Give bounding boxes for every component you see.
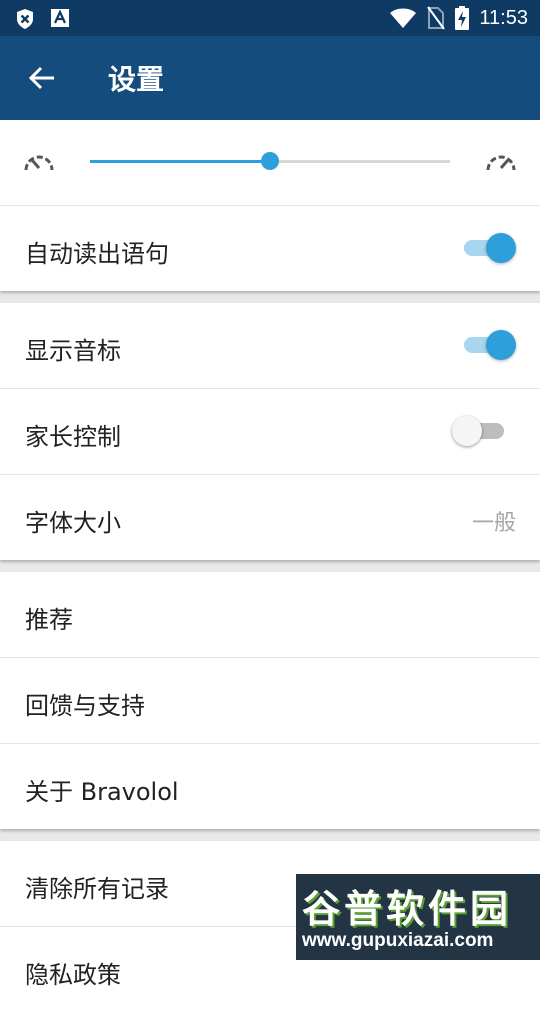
font-size-row[interactable]: 字体大小 一般: [0, 475, 540, 560]
recommend-label: 推荐: [25, 606, 73, 634]
shield-x-icon: [17, 9, 33, 29]
font-size-value: 一般: [471, 511, 516, 536]
auto-read-label: 自动读出语句: [25, 240, 169, 268]
parental-control-row[interactable]: 家长控制: [0, 389, 540, 475]
speech-speed-row: [0, 120, 540, 206]
clear-history-label: 清除所有记录: [25, 875, 169, 903]
settings-group-about: 推荐 回馈与支持 关于 Bravolol: [0, 572, 540, 829]
slider-fill: [90, 160, 270, 163]
slow-speed-icon: [24, 155, 54, 171]
settings-list: 自动读出语句 显示音标 家长控制 字体大小 一般 推荐 回馈与支持 关于 Bra…: [0, 120, 540, 1012]
status-bar: 11:53: [0, 0, 540, 36]
settings-group-display: 显示音标 家长控制 字体大小 一般: [0, 303, 540, 560]
feedback-row[interactable]: 回馈与支持: [0, 658, 540, 744]
watermark-title: 谷普软件园: [302, 887, 513, 931]
watermark-url: www.gupuxiazai.com: [302, 930, 494, 951]
watermark: 谷普软件园 www.gupuxiazai.com: [296, 874, 540, 960]
parental-control-label: 家长控制: [25, 423, 121, 451]
speech-speed-slider[interactable]: [90, 152, 450, 170]
wifi-icon: [390, 8, 417, 28]
clock: 11:53: [479, 6, 528, 29]
about-row[interactable]: 关于 Bravolol: [0, 744, 540, 829]
battery-charging-icon: [455, 6, 470, 30]
group-divider: [0, 560, 540, 572]
page-title: 设置: [108, 63, 165, 96]
phonetics-label: 显示音标: [25, 337, 121, 365]
slider-thumb[interactable]: [261, 152, 279, 170]
font-app-icon: [51, 9, 69, 27]
phonetics-row[interactable]: 显示音标: [0, 303, 540, 389]
font-size-label: 字体大小: [25, 509, 121, 537]
no-sim-icon: [427, 6, 446, 30]
privacy-policy-label: 隐私政策: [25, 961, 121, 989]
phonetics-toggle[interactable]: [460, 330, 516, 360]
toggle-thumb: [452, 416, 482, 446]
toggle-thumb: [486, 330, 516, 360]
group-divider: [0, 291, 540, 303]
auto-read-row[interactable]: 自动读出语句: [0, 206, 540, 291]
toggle-thumb: [486, 233, 516, 263]
auto-read-toggle[interactable]: [460, 233, 516, 263]
app-bar: 设置: [0, 36, 540, 120]
recommend-row[interactable]: 推荐: [0, 572, 540, 658]
parental-control-toggle[interactable]: [452, 416, 512, 446]
back-arrow-icon[interactable]: [26, 62, 58, 94]
about-label: 关于 Bravolol: [25, 778, 179, 806]
group-divider: [0, 829, 540, 841]
fast-speed-icon: [486, 155, 516, 171]
settings-group-speech: 自动读出语句: [0, 120, 540, 291]
feedback-label: 回馈与支持: [25, 692, 145, 720]
